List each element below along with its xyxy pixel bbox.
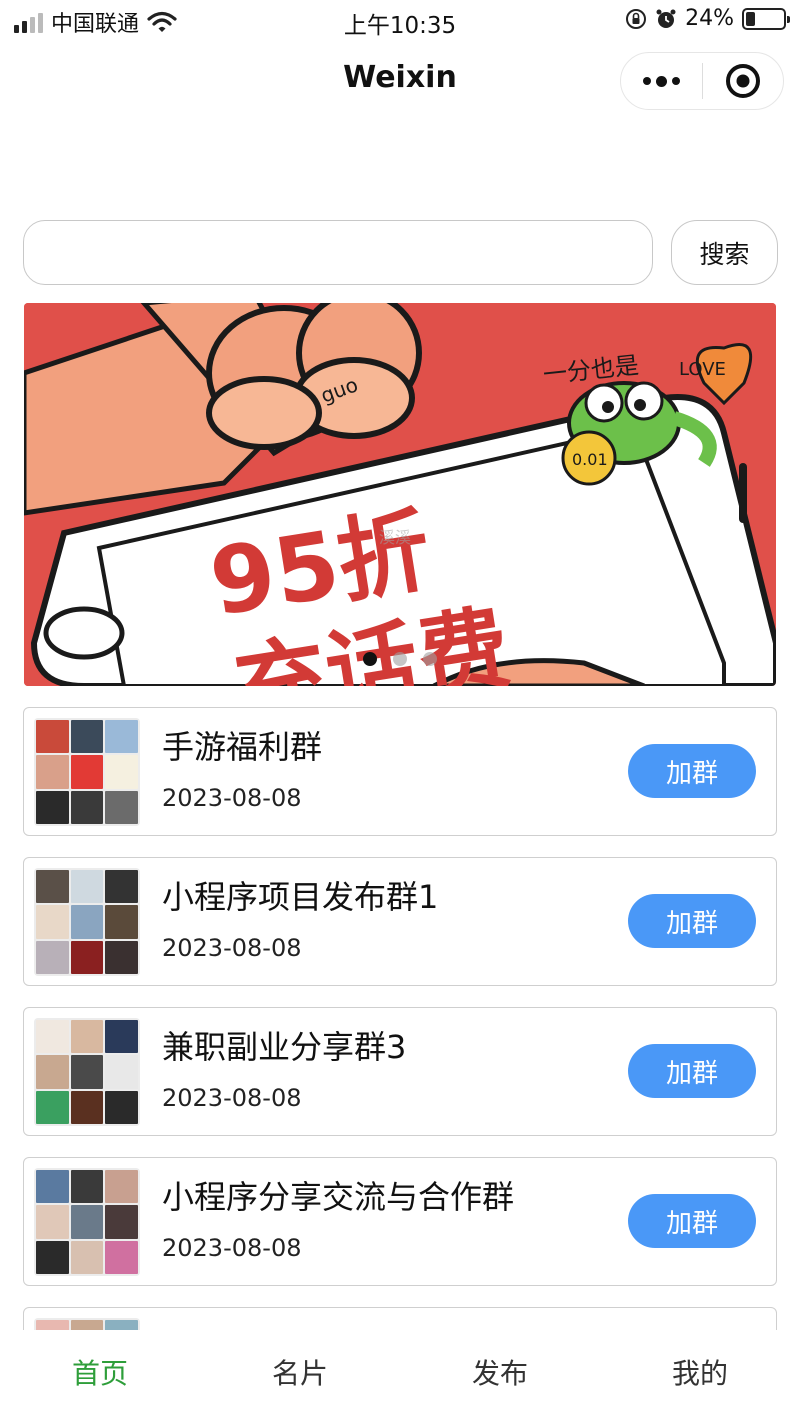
- battery-icon: [742, 7, 790, 30]
- group-card[interactable]: 小程序分享交流与合作群 2023-08-08 加群: [23, 1157, 777, 1286]
- group-title: 小程序分享交流与合作群: [162, 1178, 515, 1216]
- group-title: 兼职副业分享群3: [162, 1028, 407, 1066]
- group-avatar: [34, 718, 140, 826]
- more-icon[interactable]: [621, 53, 702, 109]
- group-card[interactable]: [23, 1307, 777, 1330]
- carousel-dot[interactable]: [393, 652, 407, 666]
- search-input[interactable]: [23, 220, 653, 285]
- group-title: 小程序项目发布群1: [162, 878, 439, 916]
- alarm-icon: [656, 9, 676, 28]
- group-avatar: [34, 1168, 140, 1276]
- group-avatar: [34, 1318, 140, 1330]
- group-date: 2023-08-08: [162, 1234, 302, 1262]
- tab-bar: 首页 名片 发布 我的: [0, 1330, 800, 1422]
- group-title: 手游福利群: [162, 728, 323, 766]
- love-text: LOVE: [679, 359, 726, 380]
- tab-publish[interactable]: 发布: [400, 1330, 600, 1422]
- search-button[interactable]: 搜索: [671, 220, 778, 285]
- join-group-button[interactable]: 加群: [628, 1194, 756, 1248]
- rotation-lock-icon: [626, 8, 647, 29]
- status-bar: 中国联通 上午10:35 24%: [0, 0, 800, 40]
- group-date: 2023-08-08: [162, 1084, 302, 1112]
- banner-illustration: guo 一分也是 LOVE 0.01 95折 充话费 溪溪: [24, 303, 776, 686]
- banner-watermark: 溪溪: [379, 528, 411, 547]
- group-date: 2023-08-08: [162, 784, 302, 812]
- tab-card[interactable]: 名片: [200, 1330, 400, 1422]
- group-list[interactable]: 手游福利群 2023-08-08 加群 小程序项目发布群1 2023-08-08…: [23, 707, 777, 1330]
- join-group-button[interactable]: 加群: [628, 744, 756, 798]
- carousel-indicator: [24, 652, 776, 666]
- battery-percent: 24%: [685, 6, 734, 31]
- miniprogram-capsule: [620, 52, 784, 110]
- group-avatar: [34, 1018, 140, 1126]
- close-miniprogram-icon[interactable]: [703, 53, 783, 109]
- group-card[interactable]: 小程序项目发布群1 2023-08-08 加群: [23, 857, 777, 986]
- group-date: 2023-08-08: [162, 934, 302, 962]
- tab-home[interactable]: 首页: [0, 1330, 200, 1422]
- group-card[interactable]: 手游福利群 2023-08-08 加群: [23, 707, 777, 836]
- tab-mine[interactable]: 我的: [600, 1330, 800, 1422]
- coin-text: 0.01: [572, 450, 608, 469]
- group-avatar: [34, 868, 140, 976]
- join-group-button[interactable]: 加群: [628, 1044, 756, 1098]
- carousel-dot[interactable]: [423, 652, 437, 666]
- join-group-button[interactable]: 加群: [628, 894, 756, 948]
- group-card[interactable]: 兼职副业分享群3 2023-08-08 加群: [23, 1007, 777, 1136]
- promo-banner[interactable]: guo 一分也是 LOVE 0.01 95折 充话费 溪溪: [24, 303, 776, 686]
- carousel-dot[interactable]: [363, 652, 377, 666]
